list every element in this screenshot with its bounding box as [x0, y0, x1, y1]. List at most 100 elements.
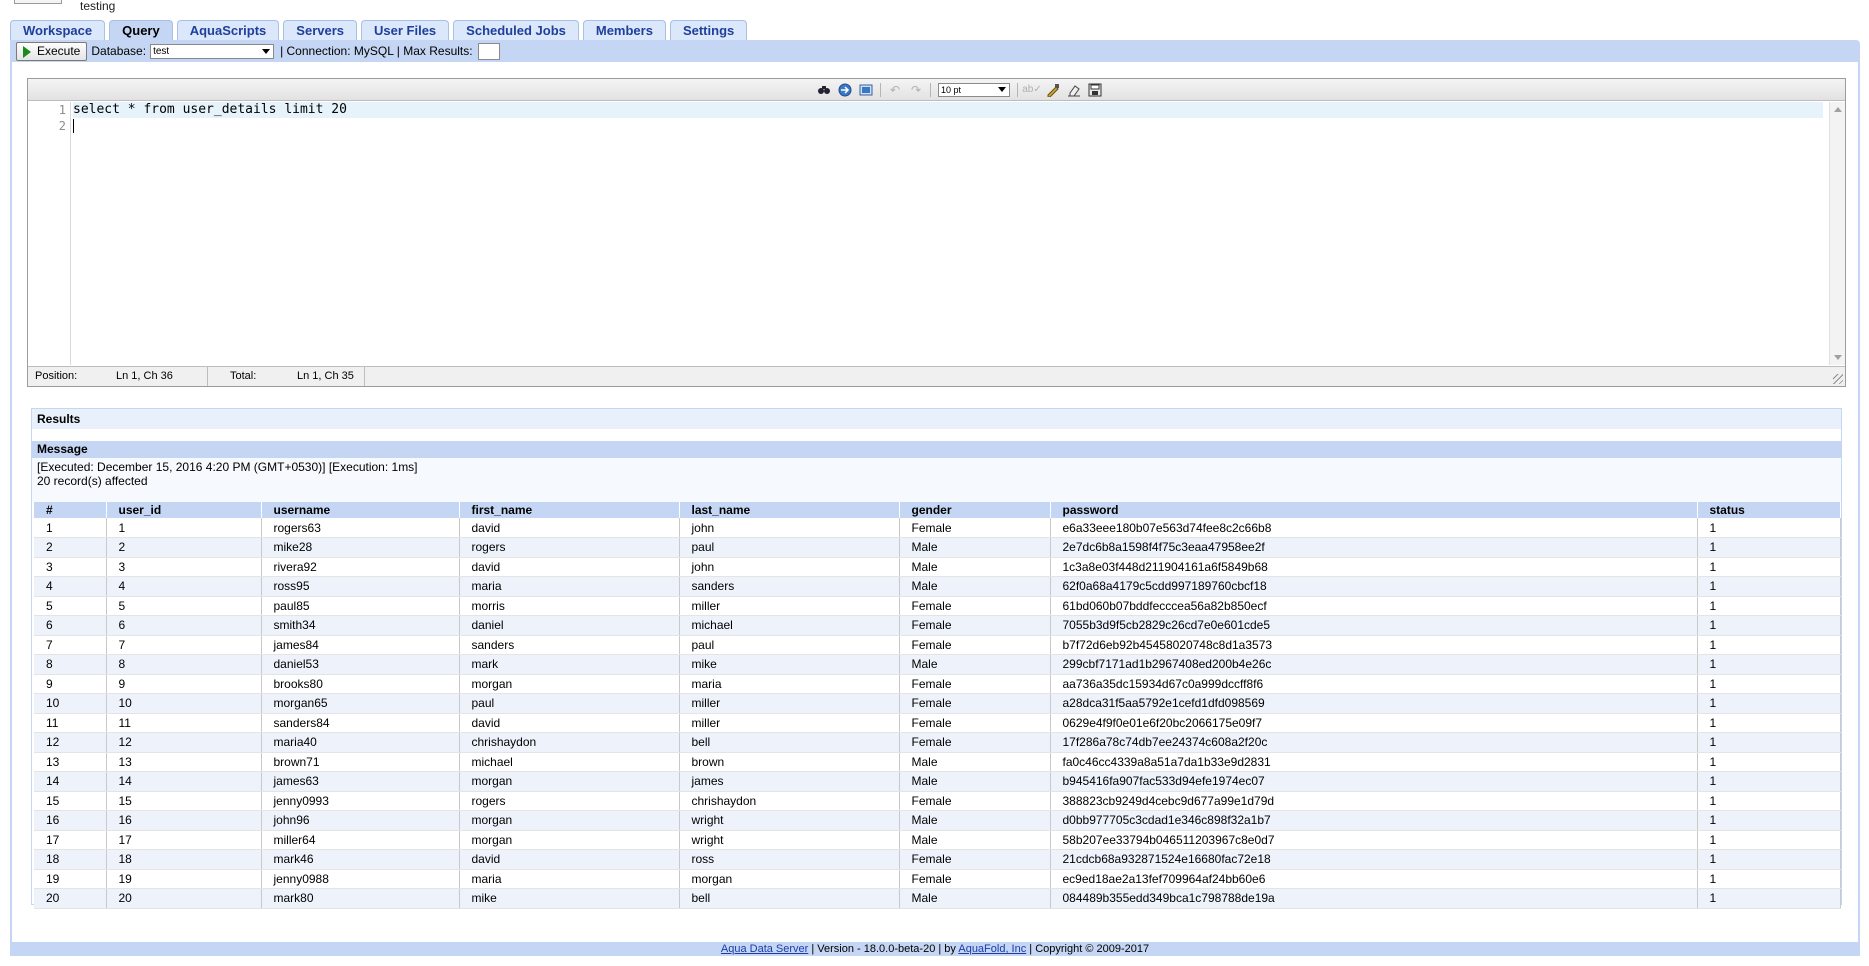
- select-all-icon[interactable]: [857, 82, 875, 98]
- table-cell[interactable]: david: [459, 713, 680, 733]
- table-cell[interactable]: sanders: [459, 635, 680, 655]
- table-cell[interactable]: Female: [899, 869, 1051, 889]
- table-cell[interactable]: brooks80: [261, 674, 460, 694]
- tab-query[interactable]: Query: [109, 20, 173, 41]
- table-cell[interactable]: 3: [106, 557, 262, 577]
- table-cell[interactable]: 5: [34, 596, 107, 616]
- table-cell[interactable]: 21cdcb68a932871524e16680fac72e18: [1050, 849, 1698, 870]
- table-row[interactable]: 4 4 ross95 maria sanders Male 62f0a68a4179c5cd…: [34, 576, 1841, 597]
- table-cell[interactable]: 14: [106, 771, 262, 792]
- table-cell[interactable]: james63: [261, 771, 460, 792]
- code-line[interactable]: select * from user_details limit 20: [73, 102, 1823, 118]
- table-row[interactable]: 3 3 rivera92 david john Male 1c3a8e03f448d2119…: [34, 557, 1841, 577]
- max-results-input[interactable]: [477, 42, 500, 60]
- table-cell[interactable]: rogers63: [261, 518, 460, 538]
- table-cell[interactable]: 58b207ee33794b046511203967c8e0d7: [1050, 830, 1698, 850]
- table-cell[interactable]: Male: [899, 557, 1051, 577]
- table-cell[interactable]: mark80: [261, 888, 460, 909]
- tab-user-files[interactable]: User Files: [361, 20, 450, 41]
- table-cell[interactable]: 20: [106, 888, 262, 909]
- product-link[interactable]: Aqua Data Server: [721, 943, 808, 955]
- column-header[interactable]: user_id: [106, 502, 262, 518]
- table-cell[interactable]: maria: [459, 869, 680, 889]
- tab-members[interactable]: Members: [582, 20, 666, 41]
- spellcheck-icon[interactable]: ab✓: [1022, 82, 1042, 98]
- table-row[interactable]: 12 12 maria40 chrishaydon bell Female 17f286a7…: [34, 732, 1841, 753]
- table-cell[interactable]: 1: [1697, 693, 1841, 714]
- table-cell[interactable]: b945416fa907fac533d94efe1974ec07: [1050, 771, 1698, 792]
- table-row[interactable]: 16 16 john96 morgan wright Male d0bb977705c3cd…: [34, 810, 1841, 831]
- table-cell[interactable]: chrishaydon: [459, 732, 680, 753]
- table-cell[interactable]: 13: [34, 752, 107, 772]
- table-cell[interactable]: ross95: [261, 576, 460, 597]
- table-cell[interactable]: paul85: [261, 596, 460, 616]
- table-row[interactable]: 6 6 smith34 daniel michael Female 7055b3d9f5cb…: [34, 615, 1841, 636]
- table-cell[interactable]: a28dca31f5aa5792e1cefd1dfd098569: [1050, 693, 1698, 714]
- table-cell[interactable]: daniel: [459, 615, 680, 636]
- table-cell[interactable]: 9: [106, 674, 262, 694]
- column-header[interactable]: last_name: [679, 502, 900, 518]
- table-cell[interactable]: mike: [679, 654, 900, 675]
- find-icon[interactable]: [815, 82, 833, 98]
- table-cell[interactable]: Female: [899, 693, 1051, 714]
- table-cell[interactable]: 299cbf7171ad1b2967408ed200b4e26c: [1050, 654, 1698, 675]
- column-header[interactable]: username: [261, 502, 460, 518]
- table-cell[interactable]: 1: [1697, 888, 1841, 909]
- table-row[interactable]: 7 7 james84 sanders paul Female b7f72d6eb92b45…: [34, 635, 1841, 655]
- table-cell[interactable]: mike: [459, 888, 680, 909]
- table-cell[interactable]: maria: [679, 674, 900, 694]
- table-cell[interactable]: 18: [106, 849, 262, 870]
- table-cell[interactable]: 1: [1697, 771, 1841, 792]
- table-cell[interactable]: chrishaydon: [679, 791, 900, 811]
- table-cell[interactable]: wright: [679, 830, 900, 850]
- table-cell[interactable]: 61bd060b07bddfecccea56a82b850ecf: [1050, 596, 1698, 616]
- goto-icon[interactable]: [836, 82, 854, 98]
- table-cell[interactable]: 1: [1697, 518, 1841, 538]
- table-cell[interactable]: 1: [1697, 713, 1841, 733]
- table-cell[interactable]: 17: [34, 830, 107, 850]
- editor-scrollbar[interactable]: [1829, 102, 1845, 365]
- table-cell[interactable]: Female: [899, 518, 1051, 538]
- table-cell[interactable]: 1: [1697, 791, 1841, 811]
- table-cell[interactable]: mike28: [261, 537, 460, 558]
- table-cell[interactable]: 1: [1697, 810, 1841, 831]
- table-row[interactable]: 11 11 sanders84 david miller Female 0629e4f9f0…: [34, 713, 1841, 733]
- table-row[interactable]: 2 2 mike28 rogers paul Male 2e7dc6b8a1598f4f75…: [34, 537, 1841, 558]
- table-cell[interactable]: james84: [261, 635, 460, 655]
- table-row[interactable]: 18 18 mark46 david ross Female 21cdcb68a932871…: [34, 849, 1841, 870]
- table-cell[interactable]: e6a33eee180b07e563d74fee8c2c66b8: [1050, 518, 1698, 538]
- table-cell[interactable]: fa0c46cc4339a8a51a7da1b33e9d2831: [1050, 752, 1698, 772]
- table-cell[interactable]: paul: [459, 693, 680, 714]
- table-cell[interactable]: 3: [34, 557, 107, 577]
- table-cell[interactable]: maria40: [261, 732, 460, 753]
- table-cell[interactable]: morgan: [459, 810, 680, 831]
- table-cell[interactable]: bell: [679, 732, 900, 753]
- tab-scheduled-jobs[interactable]: Scheduled Jobs: [453, 20, 579, 41]
- table-cell[interactable]: 1: [1697, 615, 1841, 636]
- table-cell[interactable]: miller: [679, 713, 900, 733]
- table-cell[interactable]: Male: [899, 888, 1051, 909]
- table-cell[interactable]: 1: [1697, 849, 1841, 870]
- table-cell[interactable]: jenny0988: [261, 869, 460, 889]
- table-cell[interactable]: morris: [459, 596, 680, 616]
- table-cell[interactable]: 1: [34, 518, 107, 538]
- table-cell[interactable]: Male: [899, 830, 1051, 850]
- table-row[interactable]: 17 17 miller64 morgan wright Male 58b207ee3379…: [34, 830, 1841, 850]
- table-row[interactable]: 19 19 jenny0988 maria morgan Female ec9ed18ae2…: [34, 869, 1841, 889]
- table-cell[interactable]: Female: [899, 635, 1051, 655]
- table-row[interactable]: 8 8 daniel53 mark mike Male 299cbf7171ad1b2967…: [34, 654, 1841, 675]
- table-cell[interactable]: 1: [1697, 635, 1841, 655]
- table-cell[interactable]: Female: [899, 713, 1051, 733]
- scroll-down-icon[interactable]: [1834, 355, 1842, 360]
- table-cell[interactable]: Female: [899, 791, 1051, 811]
- table-cell[interactable]: Female: [899, 849, 1051, 870]
- table-cell[interactable]: 17f286a78c74db7ee24374c608a2f20c: [1050, 732, 1698, 753]
- table-cell[interactable]: Female: [899, 732, 1051, 753]
- undo-icon[interactable]: ↶: [886, 82, 904, 98]
- table-cell[interactable]: morgan: [459, 830, 680, 850]
- table-cell[interactable]: john: [679, 518, 900, 538]
- table-cell[interactable]: 12: [34, 732, 107, 753]
- table-cell[interactable]: miller: [679, 596, 900, 616]
- table-cell[interactable]: 9: [34, 674, 107, 694]
- table-cell[interactable]: 17: [106, 830, 262, 850]
